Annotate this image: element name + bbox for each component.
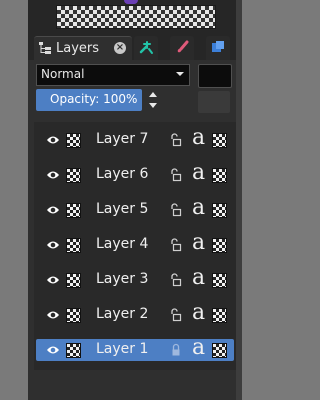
- eye-icon[interactable]: [46, 344, 60, 356]
- layer-mask-thumbnail[interactable]: [212, 133, 227, 148]
- opacity-slider[interactable]: Opacity: 100%: [36, 89, 142, 111]
- layer-name[interactable]: Layer 4: [96, 236, 148, 252]
- layer-name[interactable]: Layer 3: [96, 271, 148, 287]
- layer-row[interactable]: Layer 2 a: [36, 301, 234, 326]
- layer-row[interactable]: Layer 3 a: [36, 266, 234, 291]
- layer-thumbnail[interactable]: [66, 203, 81, 218]
- layer-color-swatch[interactable]: [198, 64, 232, 88]
- eye-icon[interactable]: [46, 134, 60, 146]
- layer-name[interactable]: Layer 5: [96, 201, 148, 217]
- layer-name[interactable]: Layer 7: [96, 131, 148, 147]
- close-icon[interactable]: ×: [114, 42, 126, 54]
- alpha-lock-icon[interactable]: a: [192, 161, 205, 185]
- layer-name[interactable]: Layer 1: [96, 341, 148, 357]
- tools-icon: [139, 41, 153, 54]
- layer-name[interactable]: Layer 6: [96, 166, 148, 182]
- tab-layers[interactable]: Layers ×: [34, 36, 132, 61]
- eye-icon[interactable]: [46, 309, 60, 321]
- layer-thumbnail[interactable]: [66, 308, 81, 323]
- alpha-lock-icon[interactable]: a: [192, 126, 205, 150]
- alpha-lock-icon[interactable]: a: [192, 196, 205, 220]
- alpha-lock-icon[interactable]: a: [192, 336, 205, 360]
- eye-icon[interactable]: [46, 239, 60, 251]
- layer-row[interactable]: Layer 4 a: [36, 231, 234, 256]
- layer-row[interactable]: Layer 6 a: [36, 161, 234, 186]
- layers-tree-icon: [39, 42, 51, 54]
- blend-mode-value: Normal: [41, 67, 85, 81]
- tab-assets[interactable]: [206, 36, 230, 60]
- chevron-down-icon: [176, 72, 184, 76]
- opacity-spinner[interactable]: [146, 88, 160, 112]
- checkerboard-preview-icon[interactable]: [56, 5, 216, 29]
- layer-mask-thumbnail[interactable]: [212, 168, 227, 183]
- layer-mask-thumbnail[interactable]: [212, 238, 227, 253]
- layer-row[interactable]: Layer 5 a: [36, 196, 234, 221]
- unlock-icon[interactable]: [170, 238, 182, 252]
- package-icon: [212, 41, 224, 52]
- layers-panel: Layers × Normal Opacity: 100% Layer 7 a …: [28, 0, 242, 400]
- blend-mode-select[interactable]: Normal: [36, 64, 190, 86]
- tab-layers-label: Layers: [56, 41, 100, 56]
- layer-thumbnail[interactable]: [66, 168, 81, 183]
- layers-list: Layer 7 a Layer 6 a Layer 5 a Layer 4 a …: [34, 122, 236, 370]
- alpha-lock-icon[interactable]: a: [192, 231, 205, 255]
- brush-icon: [177, 40, 189, 53]
- secondary-swatch[interactable]: [198, 91, 230, 113]
- unlock-icon[interactable]: [170, 168, 182, 182]
- lock-icon[interactable]: [170, 343, 182, 357]
- unlock-icon[interactable]: [170, 203, 182, 217]
- layer-row-selected[interactable]: Layer 1 a: [36, 336, 234, 361]
- unlock-icon[interactable]: [170, 133, 182, 147]
- panel-tab-bar: Layers ×: [28, 32, 242, 61]
- layer-mask-thumbnail[interactable]: [212, 203, 227, 218]
- top-strip: [28, 0, 242, 32]
- tab-tools[interactable]: [134, 36, 158, 60]
- tab-brushes[interactable]: [170, 36, 194, 60]
- unlock-icon[interactable]: [170, 308, 182, 322]
- color-indicator: [124, 0, 138, 4]
- eye-icon[interactable]: [46, 204, 60, 216]
- opacity-label: Opacity: 100%: [50, 92, 138, 106]
- eye-icon[interactable]: [46, 169, 60, 181]
- layer-thumbnail[interactable]: [66, 238, 81, 253]
- alpha-lock-icon[interactable]: a: [192, 301, 205, 325]
- layer-mask-thumbnail[interactable]: [212, 273, 227, 288]
- layer-thumbnail[interactable]: [66, 133, 81, 148]
- layer-row[interactable]: Layer 7 a: [36, 126, 234, 151]
- alpha-lock-icon[interactable]: a: [192, 266, 205, 290]
- layer-name[interactable]: Layer 2: [96, 306, 148, 322]
- unlock-icon[interactable]: [170, 273, 182, 287]
- eye-icon[interactable]: [46, 274, 60, 286]
- layer-thumbnail[interactable]: [66, 343, 81, 358]
- layer-thumbnail[interactable]: [66, 273, 81, 288]
- layer-mask-thumbnail[interactable]: [212, 308, 227, 323]
- panel-scrollbar[interactable]: [236, 0, 242, 400]
- layer-mask-thumbnail[interactable]: [212, 343, 227, 358]
